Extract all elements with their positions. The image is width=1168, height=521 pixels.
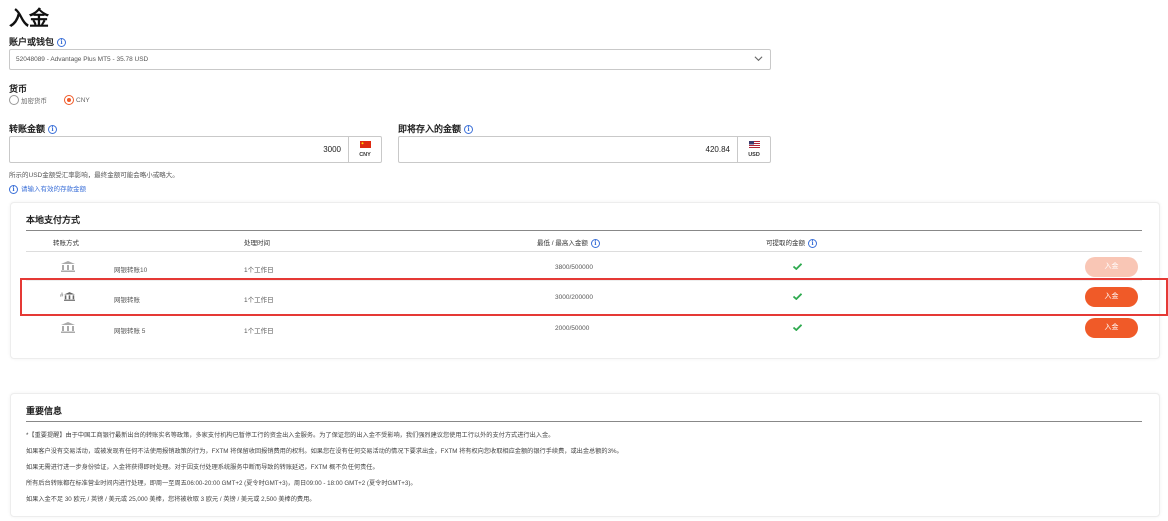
local-payment-title: 本地支付方式 xyxy=(26,215,81,225)
currency-tag-usd: USD xyxy=(737,137,770,162)
processing-time: 1个工作日 xyxy=(244,328,274,335)
highlight-box xyxy=(20,278,1168,316)
transfer-amount-field[interactable]: 3000 CNY xyxy=(9,136,382,163)
account-label: 账户或钱包 i xyxy=(9,35,67,48)
radio-icon[interactable] xyxy=(9,95,19,105)
check-icon xyxy=(793,324,802,331)
deposit-button[interactable]: 入金 xyxy=(1085,257,1138,277)
account-select[interactable]: 52048089 - Advantage Plus MT5 - 35.78 US… xyxy=(9,49,771,70)
page-title: 入金 xyxy=(9,8,49,30)
currency-tag-cny: CNY xyxy=(348,137,381,162)
info-line: 如果客户没有交易活动，或被发现有任何不法使用报销政策的行为，FXTM 将保留收回… xyxy=(26,448,623,455)
info-line: 如果无需进行进一步身份验证，入金将获得即时处理。对于因支付处理系统服务中断而导致… xyxy=(26,464,379,471)
currency-code: USD xyxy=(748,152,760,158)
processing-time: 1个工作日 xyxy=(244,267,274,274)
info-icon[interactable]: i xyxy=(464,125,474,135)
deposit-amount-field: 420.84 USD xyxy=(398,136,771,163)
deposit-button[interactable]: 入金 xyxy=(1085,318,1138,338)
account-label-text: 账户或钱包 xyxy=(9,37,55,47)
deposit-limits: 2000/50000 xyxy=(555,325,590,332)
chevron-down-icon xyxy=(754,56,763,62)
method-name: 网银转账10 xyxy=(114,267,148,274)
transfer-amount-label: 转账金额 i xyxy=(9,122,58,135)
header-limits-text: 最低 / 最高入金额 xyxy=(537,240,588,247)
currency-option-label: CNY xyxy=(76,96,90,104)
divider xyxy=(26,230,1142,231)
info-icon[interactable]: i xyxy=(590,238,600,248)
info-icon[interactable]: i xyxy=(57,38,67,48)
info-line: 所有后台转账都在标准营业时间内进行处理，即周一至周五06:00-20:00 GM… xyxy=(26,480,417,487)
header-time: 处理时间 xyxy=(244,240,270,247)
currency-code: CNY xyxy=(359,152,371,158)
deposit-amount-label: 即将存入的金额 i xyxy=(398,122,474,135)
rate-note: 所示的USD金额受汇率影响，最终金额可能会略小或略大。 xyxy=(9,172,179,179)
header-method: 转账方式 xyxy=(53,240,79,247)
info-line: *【重要提醒】由于中国工商银行最新出台的转账实名等政策，多家支付机构已暂停工行的… xyxy=(26,432,555,439)
currency-option-cny[interactable]: CNY xyxy=(64,95,90,105)
currency-label: 货币 xyxy=(9,84,28,94)
check-icon xyxy=(793,263,802,270)
info-icon: i xyxy=(9,184,18,194)
bank-icon xyxy=(61,261,75,272)
transfer-amount-label-text: 转账金额 xyxy=(9,124,46,134)
amount-hint: i 请输入有效的存款金额 xyxy=(9,183,86,194)
deposit-amount-label-text: 即将存入的金额 xyxy=(398,124,462,134)
currency-option-crypto[interactable]: 加密货币 xyxy=(9,95,47,105)
china-flag-icon xyxy=(359,141,371,148)
info-icon[interactable]: i xyxy=(48,125,58,135)
divider xyxy=(26,421,1142,422)
radio-selected-icon[interactable] xyxy=(64,95,74,105)
deposit-amount-value: 420.84 xyxy=(705,145,730,154)
info-line: 如果入金不足 30 欧元 / 英镑 / 美元或 25,000 美棒，您将被收取 … xyxy=(26,496,316,503)
usa-flag-icon xyxy=(748,141,760,148)
method-name: 网银转账 5 xyxy=(114,328,146,335)
header-limits: 最低 / 最高入金额 i xyxy=(537,237,600,248)
bank-icon xyxy=(61,322,75,333)
account-select-value: 52048089 - Advantage Plus MT5 - 35.78 US… xyxy=(16,56,149,63)
info-icon[interactable]: i xyxy=(808,238,817,248)
transfer-amount-value[interactable]: 3000 xyxy=(323,145,341,154)
amount-hint-text: 请输入有效的存款金额 xyxy=(21,186,86,193)
important-info-title: 重要信息 xyxy=(26,406,63,416)
deposit-limits: 3800/500000 xyxy=(555,264,593,271)
header-withdrawable: 可提取的金额 i xyxy=(766,237,817,248)
header-withdrawable-text: 可提取的金额 xyxy=(766,240,805,247)
currency-option-label: 加密货币 xyxy=(21,98,47,105)
